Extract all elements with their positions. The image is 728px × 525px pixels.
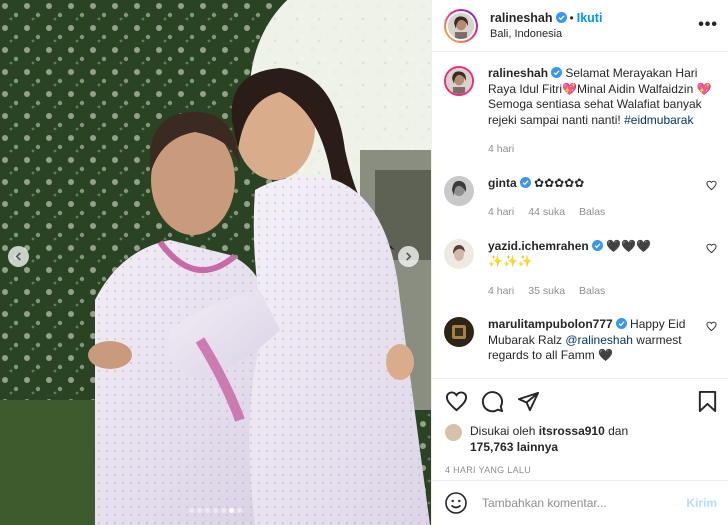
caption-username[interactable]: ralineshah xyxy=(488,66,548,80)
avatar-portrait xyxy=(448,12,474,39)
comment-likes[interactable]: 44 suka xyxy=(528,206,565,218)
avatar-portrait xyxy=(444,317,474,347)
like-comment-heart-icon[interactable] xyxy=(706,180,717,191)
likes-prefix: Disukai oleh xyxy=(470,424,536,438)
comment-mention[interactable]: @ralineshah xyxy=(565,333,633,347)
comment-item: yazid.ichemrahen 🖤🖤🖤✨✨✨ 4 hari 35 suka Bal… xyxy=(444,238,717,300)
comments-section: ralineshah Selamat Merayakan Hari Raya I… xyxy=(432,52,728,378)
comment-body: ginta ✿✿✿✿✿ 4 hari 44 suka Balas xyxy=(488,176,717,221)
author-avatar-image xyxy=(446,10,476,41)
comment-avatar[interactable] xyxy=(444,175,474,206)
likes-and: dan xyxy=(608,424,629,438)
action-icons xyxy=(445,388,719,414)
carousel-prev-button[interactable] xyxy=(8,246,29,267)
carousel-indicator xyxy=(0,508,431,513)
avatar-portrait xyxy=(446,68,472,94)
emoji-smiley-icon[interactable] xyxy=(444,491,468,515)
verified-badge-icon xyxy=(591,239,603,251)
carousel-next-button[interactable] xyxy=(398,246,419,267)
comment-bubble-icon[interactable] xyxy=(481,390,504,413)
comment-avatar[interactable] xyxy=(444,238,474,269)
caption-meta: 4 hari xyxy=(488,142,717,158)
chevron-right-icon xyxy=(406,252,412,261)
likes-count[interactable]: 175,763 xyxy=(470,440,513,454)
comment-item: ginta ✿✿✿✿✿ 4 hari 44 suka Balas xyxy=(444,175,717,221)
carousel-dot xyxy=(205,508,210,513)
post-actions: Disukai oleh itsrossa910 dan 175,763 lai… xyxy=(432,378,728,475)
post-comment-button[interactable]: Kirim xyxy=(686,496,717,510)
caption-hashtag[interactable]: #eidmubarak xyxy=(624,113,693,127)
comment-username[interactable]: ginta xyxy=(488,176,517,190)
comment-body: marulitampubolon777 Happy Eid Mubarak Ra… xyxy=(488,317,717,364)
like-comment-heart-icon[interactable] xyxy=(706,243,717,254)
verified-badge-icon xyxy=(551,67,563,78)
like-heart-icon[interactable] xyxy=(445,390,468,413)
chevron-left-icon xyxy=(15,252,21,261)
share-paper-plane-icon[interactable] xyxy=(517,390,540,413)
liker-avatar[interactable] xyxy=(445,424,462,441)
caption: ralineshah Selamat Merayakan Hari Raya I… xyxy=(444,66,717,158)
comment-time[interactable]: 4 hari xyxy=(488,206,514,218)
comment-meta: 4 hari 44 suka Balas xyxy=(488,205,693,221)
reply-button[interactable]: Balas xyxy=(579,206,605,218)
verified-badge-icon xyxy=(519,176,531,188)
likes-summary: Disukai oleh itsrossa910 dan 175,763 lai… xyxy=(445,423,719,455)
comment-time[interactable]: 4 hari xyxy=(488,285,514,297)
comment-meta: 4 hari 35 suka Balas xyxy=(488,284,693,300)
instagram-post-view: ralineshah • Ikuti Bali, Indonesia ••• ral… xyxy=(0,0,728,525)
carousel-dot xyxy=(229,508,234,513)
caption-avatar[interactable] xyxy=(444,66,474,96)
verified-badge-icon xyxy=(615,318,627,329)
post-location[interactable]: Bali, Indonesia xyxy=(490,28,602,40)
post-photo[interactable] xyxy=(0,0,431,525)
comment-avatar[interactable] xyxy=(444,317,474,347)
carousel-dot xyxy=(213,508,218,513)
comment-body: yazid.ichemrahen 🖤🖤🖤✨✨✨ 4 hari 35 suka Bal… xyxy=(488,239,717,300)
comment-text: ✿✿✿✿✿ xyxy=(534,175,585,190)
avatar-portrait xyxy=(444,175,474,206)
verified-badge-icon xyxy=(555,12,567,23)
follow-button[interactable]: Ikuti xyxy=(577,11,603,25)
author-username[interactable]: ralineshah xyxy=(490,11,553,25)
carousel-dot xyxy=(189,508,194,513)
liker-username[interactable]: itsrossa910 xyxy=(539,424,605,438)
comment-item: marulitampubolon777 Happy Eid Mubarak Ra… xyxy=(444,317,717,364)
likes-text[interactable]: Disukai oleh itsrossa910 dan 175,763 lai… xyxy=(470,423,628,455)
carousel-dot xyxy=(221,508,226,513)
more-options-button[interactable]: ••• xyxy=(698,16,718,34)
carousel-dot xyxy=(197,508,202,513)
like-comment-heart-icon[interactable] xyxy=(706,321,717,332)
header-separator: • xyxy=(569,11,574,25)
avatar-portrait xyxy=(444,238,474,269)
carousel-dot xyxy=(237,508,242,513)
post-header-text: ralineshah • Ikuti Bali, Indonesia xyxy=(490,11,602,40)
comment-likes[interactable]: 35 suka xyxy=(528,285,565,297)
add-comment-bar: Kirim xyxy=(432,480,728,525)
post-side-panel: ralineshah • Ikuti Bali, Indonesia ••• ral… xyxy=(431,0,728,525)
comment-username[interactable]: marulitampubolon777 xyxy=(488,317,613,331)
likes-suffix[interactable]: lainnya xyxy=(517,440,558,454)
author-avatar[interactable] xyxy=(444,8,478,43)
comment-username[interactable]: yazid.ichemrahen xyxy=(488,239,589,253)
bookmark-icon[interactable] xyxy=(696,390,719,413)
caption-body: ralineshah Selamat Merayakan Hari Raya I… xyxy=(488,66,717,158)
photo-illustration xyxy=(0,0,431,525)
post-header: ralineshah • Ikuti Bali, Indonesia ••• xyxy=(432,0,728,52)
reply-button[interactable]: Balas xyxy=(579,285,605,297)
comment-input[interactable] xyxy=(482,496,687,510)
post-timestamp[interactable]: 4 HARI YANG LALU xyxy=(445,465,719,475)
caption-time[interactable]: 4 hari xyxy=(488,143,514,155)
